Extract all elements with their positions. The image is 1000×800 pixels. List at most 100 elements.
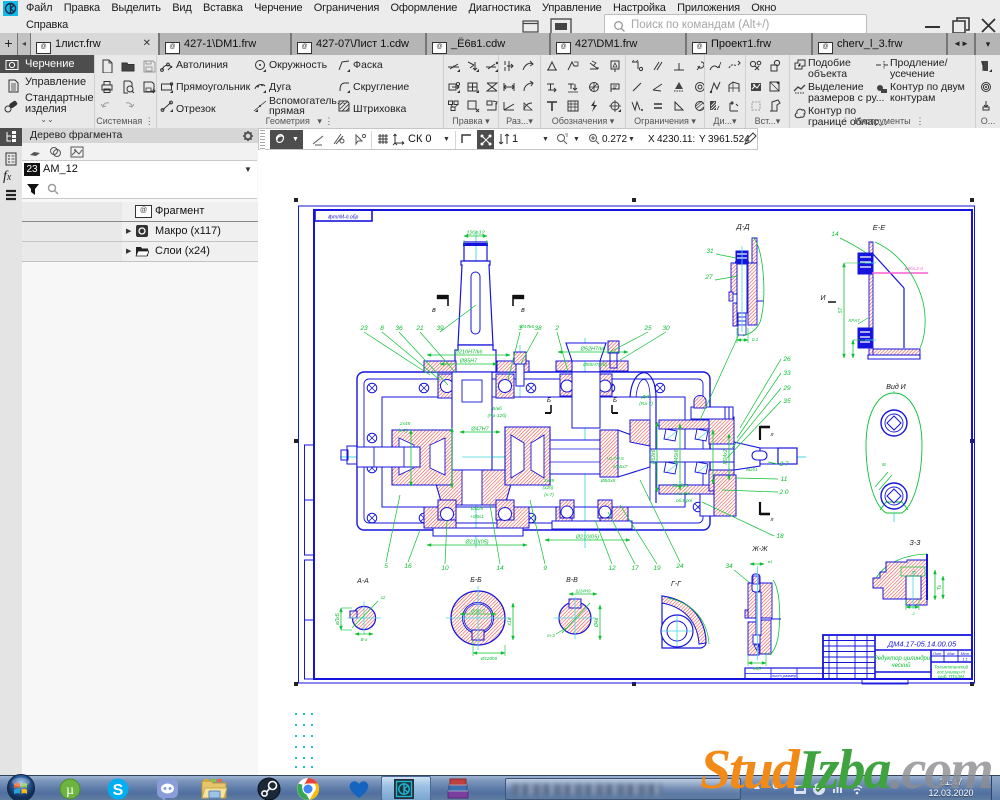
svg-text:S: S <box>113 782 124 799</box>
svg-text:14: 14 <box>831 231 839 238</box>
svg-text:вøбл.2-й: вøбл.2-й <box>905 265 923 271</box>
svg-text:+0.7/0.5: +0.7/0.5 <box>606 456 624 462</box>
svg-text:-2: -2 <box>911 611 915 616</box>
svg-text:Ø120h8: Ø120h8 <box>480 656 498 661</box>
svg-text:30об25: 30об25 <box>672 483 688 489</box>
svg-text:х2: х2 <box>380 595 386 600</box>
svg-text:26: 26 <box>782 356 791 363</box>
svg-text:23: 23 <box>359 325 368 332</box>
svg-text:µ: µ <box>66 783 74 798</box>
svg-text:5: 5 <box>384 563 388 570</box>
svg-text:ø45: ø45 <box>753 666 761 671</box>
svg-text:Б/вб: Б/вб <box>492 406 502 412</box>
svg-text:3 7: 3 7 <box>779 461 788 468</box>
svg-text:Ø45k6: Ø45k6 <box>674 449 680 465</box>
svg-text:-25: -25 <box>910 570 917 575</box>
svg-text:л: л <box>770 517 774 523</box>
svg-text:Б: Б <box>547 398 551 404</box>
svg-text:120h12: 120h12 <box>466 231 484 237</box>
svg-text:14: 14 <box>496 565 504 572</box>
svg-text:Ж-Ж: Ж-Ж <box>751 546 768 553</box>
svg-text:ø1: ø1 <box>768 559 773 564</box>
svg-text:24: 24 <box>675 563 684 570</box>
svg-text:Б: Б <box>613 398 617 404</box>
svg-text:Ø38Н7: Ø38Н7 <box>470 609 486 614</box>
svg-text:выб1: выб1 <box>746 467 758 473</box>
svg-text:Дхб: Дхб <box>641 394 651 400</box>
svg-text:Ø52H7/k6: Ø52H7/k6 <box>580 347 607 353</box>
svg-text:х1в: х1в <box>507 617 513 626</box>
svg-text:(Ra-12б): (Ra-12б) <box>488 413 507 419</box>
svg-text:35: 35 <box>783 398 791 405</box>
svg-text:в: в <box>521 307 525 314</box>
svg-text:2х45: 2х45 <box>543 478 555 484</box>
svg-text:21: 21 <box>415 325 424 332</box>
svg-text:Б-Б: Б-Б <box>470 577 482 584</box>
svg-text:ⅡртлМ-д.обр: ⅡртлМ-д.обр <box>328 215 359 221</box>
svg-text:Лит: Лит <box>932 651 942 656</box>
svg-text:Ø47H7: Ø47H7 <box>470 427 489 433</box>
svg-text:А-А: А-А <box>356 578 369 585</box>
svg-text:ØБ0х8: ØБ0х8 <box>600 478 616 484</box>
svg-text:ØВ2б: ØВ2б <box>470 506 484 512</box>
svg-text:Ø85H7: Ø85H7 <box>459 359 478 365</box>
svg-text:Ø4в: Ø4в <box>594 617 600 628</box>
svg-text:39: 39 <box>436 325 444 332</box>
svg-text:Вид И: Вид И <box>886 383 906 391</box>
svg-text:Мас: Мас <box>947 651 955 656</box>
svg-text:ческий: ческий <box>892 662 912 669</box>
svg-text:об.Бх7: об.Бх7 <box>613 464 628 470</box>
svg-text:Е-Е: Е-Е <box>873 223 887 232</box>
svg-text:лист размер: лист размер <box>771 673 797 678</box>
svg-text:12: 12 <box>608 565 616 572</box>
svg-text:Редуктор цилиндри-: Редуктор цилиндри- <box>874 656 932 662</box>
svg-text:16: 16 <box>404 563 412 570</box>
svg-text:об.Бpol: об.Бpol <box>676 498 693 504</box>
svg-text:З-З: З-З <box>910 540 922 547</box>
svg-text:(x2б): (x2б) <box>543 485 554 491</box>
svg-text:м: м <box>882 462 886 468</box>
svg-text:Г-Г: Г-Г <box>671 581 682 588</box>
svg-text:(Ra-7): (Ra-7) <box>639 401 653 407</box>
svg-text:0.2: 0.2 <box>752 337 759 342</box>
svg-text:Ø65H7(дб): Ø65H7(дб) <box>582 362 607 368</box>
svg-text:Д-Д: Д-Д <box>735 222 750 231</box>
svg-text:(к-7): (к-7) <box>544 492 554 498</box>
svg-text:Ts: Ts <box>937 584 943 590</box>
svg-text:Ш24Н9: Ш24Н9 <box>576 589 591 594</box>
svg-text:25: 25 <box>643 325 652 332</box>
svg-text:В-В: В-В <box>566 577 578 584</box>
svg-text:(к-7): (к-7) <box>398 428 408 434</box>
svg-text:1:1: 1:1 <box>962 657 968 662</box>
svg-text:27: 27 <box>704 274 713 281</box>
svg-text:ХРА7: ХРА7 <box>847 318 860 323</box>
svg-text:31: 31 <box>706 248 714 255</box>
svg-text:17: 17 <box>631 565 639 572</box>
svg-text:57: 57 <box>838 308 844 314</box>
svg-text:Ø210(05): Ø210(05) <box>575 535 599 541</box>
svg-text:Ø52k6: Ø52k6 <box>651 449 657 465</box>
svg-text:30: 30 <box>662 325 670 332</box>
svg-text:3: 3 <box>518 325 522 332</box>
svg-text:2 0: 2 0 <box>778 489 788 496</box>
svg-text:2: 2 <box>554 325 559 332</box>
svg-text:2x45: 2x45 <box>399 421 411 427</box>
svg-text:каф. ПТиЭМ: каф. ПТиЭМ <box>938 674 964 679</box>
svg-text:т-3: т-3 <box>547 633 555 638</box>
svg-text:36: 36 <box>395 325 403 332</box>
svg-text:10: 10 <box>441 565 449 572</box>
svg-text:19: 19 <box>653 565 661 572</box>
svg-text:вЛхБ: вЛхБ <box>335 612 341 625</box>
svg-text:в: в <box>432 307 436 314</box>
svg-text:33: 33 <box>783 370 791 377</box>
svg-text:Мст: Мст <box>961 651 970 656</box>
svg-text:8: 8 <box>380 325 384 332</box>
svg-text:Ø210H7/k6: Ø210H7/k6 <box>454 350 484 356</box>
svg-text:38: 38 <box>534 325 542 332</box>
svg-text:11: 11 <box>781 476 788 483</box>
svg-text:л: л <box>770 432 774 438</box>
svg-text:В-х: В-х <box>361 637 369 642</box>
svg-text:18: 18 <box>776 533 784 540</box>
svg-text:+йВх1: +йВх1 <box>470 513 484 520</box>
svg-text:Ø210(05): Ø210(05) <box>464 540 488 546</box>
